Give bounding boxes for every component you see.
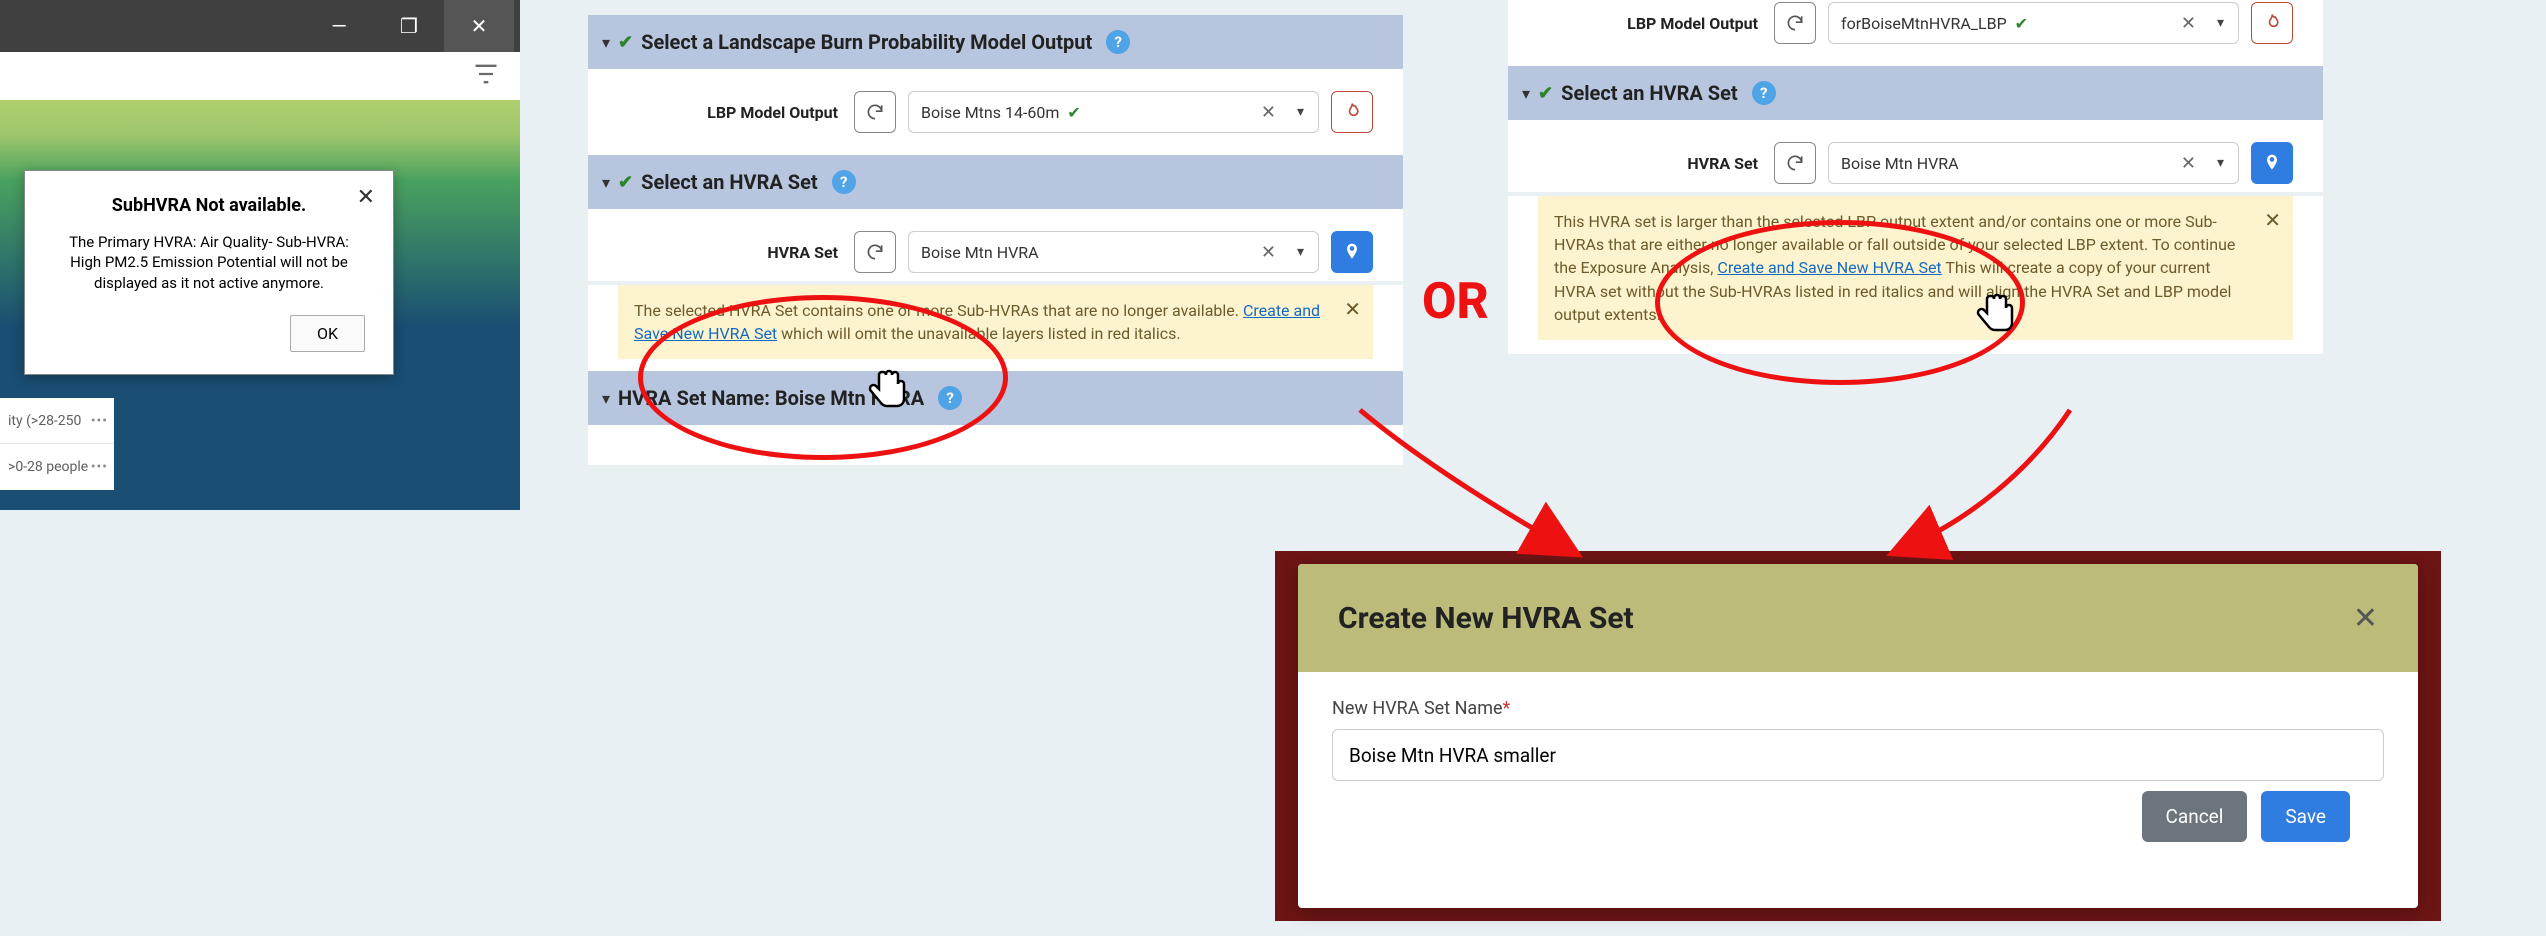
- warning-text-a: The selected HVRA Set contains one or mo…: [634, 301, 1243, 320]
- legend-row: >0-28 people •••: [0, 444, 114, 490]
- panel-a: ▾ ✔ Select a Landscape Burn Probability …: [588, 15, 1403, 465]
- filter-icon[interactable]: [472, 60, 500, 92]
- map-toolbar: [0, 52, 520, 100]
- combo-value: Boise Mtns 14-60m: [921, 103, 1059, 122]
- close-icon[interactable]: ✕: [2264, 206, 2281, 235]
- combo-value: forBoiseMtnHVRA_LBP: [1841, 14, 2007, 33]
- check-icon: ✔: [618, 172, 633, 193]
- or-label: OR: [1422, 273, 1489, 331]
- section-header-hvra[interactable]: ▾ ✔ Select an HVRA Set ?: [1508, 66, 2323, 120]
- refresh-button[interactable]: [854, 91, 896, 133]
- cancel-button[interactable]: Cancel: [2142, 791, 2248, 842]
- check-icon: ✔: [2015, 14, 2028, 33]
- close-icon[interactable]: ✕: [357, 185, 375, 210]
- chevron-down-icon: ▾: [602, 33, 610, 52]
- refresh-button[interactable]: [1774, 142, 1816, 184]
- lbp-row: LBP Model Output forBoiseMtnHVRA_LBP ✔ ✕…: [1508, 0, 2323, 66]
- section-header-hvra[interactable]: ▾ ✔ Select an HVRA Set ?: [588, 155, 1403, 209]
- required-asterisk: *: [1503, 698, 1511, 719]
- check-icon: ✔: [618, 32, 633, 53]
- lbp-combo[interactable]: forBoiseMtnHVRA_LBP ✔ ✕ ▾: [1828, 2, 2239, 44]
- hvra-label: HVRA Set: [618, 243, 838, 262]
- pin-button[interactable]: [1331, 231, 1373, 273]
- chevron-down-icon[interactable]: ▾: [2217, 15, 2224, 31]
- lbp-label: LBP Model Output: [618, 103, 838, 122]
- legend-label: ity (>28-250: [8, 413, 81, 429]
- lbp-combo[interactable]: Boise Mtns 14-60m ✔ ✕ ▾: [908, 91, 1319, 133]
- check-icon: ✔: [1067, 103, 1080, 122]
- save-button[interactable]: Save: [2261, 791, 2350, 842]
- legend-label: >0-28 people: [8, 459, 88, 475]
- combo-value: Boise Mtn HVRA: [921, 243, 1039, 262]
- close-window-button[interactable]: ✕: [444, 0, 514, 52]
- more-icon[interactable]: •••: [91, 413, 108, 429]
- ok-button[interactable]: OK: [290, 315, 365, 352]
- label-text: New HVRA Set Name: [1332, 698, 1503, 719]
- hvra-combo[interactable]: Boise Mtn HVRA ✕ ▾: [908, 231, 1319, 273]
- clear-icon[interactable]: ✕: [1261, 242, 1276, 263]
- fire-button[interactable]: [1331, 91, 1373, 133]
- hvra-name-input[interactable]: [1332, 729, 2384, 781]
- chevron-down-icon: ▾: [1522, 84, 1530, 103]
- close-icon[interactable]: ✕: [1344, 295, 1361, 324]
- warning-text-b: which will omit the unavailable layers l…: [781, 324, 1180, 343]
- chevron-down-icon[interactable]: ▾: [1297, 104, 1304, 120]
- refresh-button[interactable]: [1774, 2, 1816, 44]
- warning-box: ✕ This HVRA set is larger than the selec…: [1538, 196, 2293, 340]
- panel-b: LBP Model Output forBoiseMtnHVRA_LBP ✔ ✕…: [1508, 0, 2323, 354]
- chevron-down-icon[interactable]: ▾: [2217, 155, 2224, 171]
- hvra-label: HVRA Set: [1538, 154, 1758, 173]
- clear-icon[interactable]: ✕: [2181, 153, 2196, 174]
- map-legend: ity (>28-250 ••• >0-28 people •••: [0, 398, 114, 490]
- popup-body: The Primary HVRA: Air Quality- Sub-HVRA:…: [53, 232, 365, 293]
- hvra-row: HVRA Set Boise Mtn HVRA ✕ ▾: [1508, 120, 2323, 192]
- combo-value: Boise Mtn HVRA: [1841, 154, 1959, 173]
- more-icon[interactable]: •••: [91, 459, 108, 475]
- section-header-lbp[interactable]: ▾ ✔ Select a Landscape Burn Probability …: [588, 15, 1403, 69]
- subhvra-popup: ✕ SubHVRA Not available. The Primary HVR…: [24, 170, 394, 375]
- clear-icon[interactable]: ✕: [1261, 102, 1276, 123]
- help-icon[interactable]: ?: [832, 170, 856, 194]
- section-body-empty: [588, 425, 1403, 465]
- lbp-label: LBP Model Output: [1538, 14, 1758, 33]
- fire-button[interactable]: [2251, 2, 2293, 44]
- modal-title: Create New HVRA Set: [1338, 601, 1634, 636]
- clear-icon[interactable]: ✕: [2181, 13, 2196, 34]
- help-icon[interactable]: ?: [1106, 30, 1130, 54]
- chevron-down-icon: ▾: [602, 389, 610, 408]
- hvra-combo[interactable]: Boise Mtn HVRA ✕ ▾: [1828, 142, 2239, 184]
- section-header-hvra-name[interactable]: ▾ HVRA Set Name: Boise Mtn HVRA ?: [588, 371, 1403, 425]
- section-title: HVRA Set Name: Boise Mtn HVRA: [618, 386, 924, 410]
- section-title: Select an HVRA Set: [641, 170, 818, 194]
- chevron-down-icon[interactable]: ▾: [1297, 244, 1304, 260]
- create-hvra-link[interactable]: Create and Save New HVRA Set: [1717, 258, 1941, 277]
- minimize-button[interactable]: —: [304, 0, 374, 52]
- section-title: Select an HVRA Set: [1561, 81, 1738, 105]
- modal-field-label: New HVRA Set Name*: [1332, 698, 1510, 719]
- window-titlebar: — ❐ ✕: [0, 0, 520, 52]
- refresh-button[interactable]: [854, 231, 896, 273]
- legend-row: ity (>28-250 •••: [0, 398, 114, 444]
- hvra-row: HVRA Set Boise Mtn HVRA ✕ ▾: [588, 209, 1403, 281]
- help-icon[interactable]: ?: [938, 386, 962, 410]
- restore-button[interactable]: ❐: [374, 0, 444, 52]
- popup-title: SubHVRA Not available.: [53, 195, 365, 216]
- annotation-arrow: [1340, 400, 1600, 570]
- close-icon[interactable]: ✕: [2353, 601, 2378, 636]
- warning-box: ✕ The selected HVRA Set contains one or …: [618, 285, 1373, 359]
- help-icon[interactable]: ?: [1752, 81, 1776, 105]
- create-hvra-modal: Create New HVRA Set ✕ New HVRA Set Name*…: [1275, 551, 2441, 921]
- pin-button[interactable]: [2251, 142, 2293, 184]
- section-title: Select a Landscape Burn Probability Mode…: [641, 30, 1092, 54]
- modal-header: Create New HVRA Set ✕: [1298, 564, 2418, 672]
- annotation-arrow: [1870, 400, 2090, 570]
- check-icon: ✔: [1538, 83, 1553, 104]
- chevron-down-icon: ▾: [602, 173, 610, 192]
- lbp-row: LBP Model Output Boise Mtns 14-60m ✔ ✕ ▾: [588, 69, 1403, 155]
